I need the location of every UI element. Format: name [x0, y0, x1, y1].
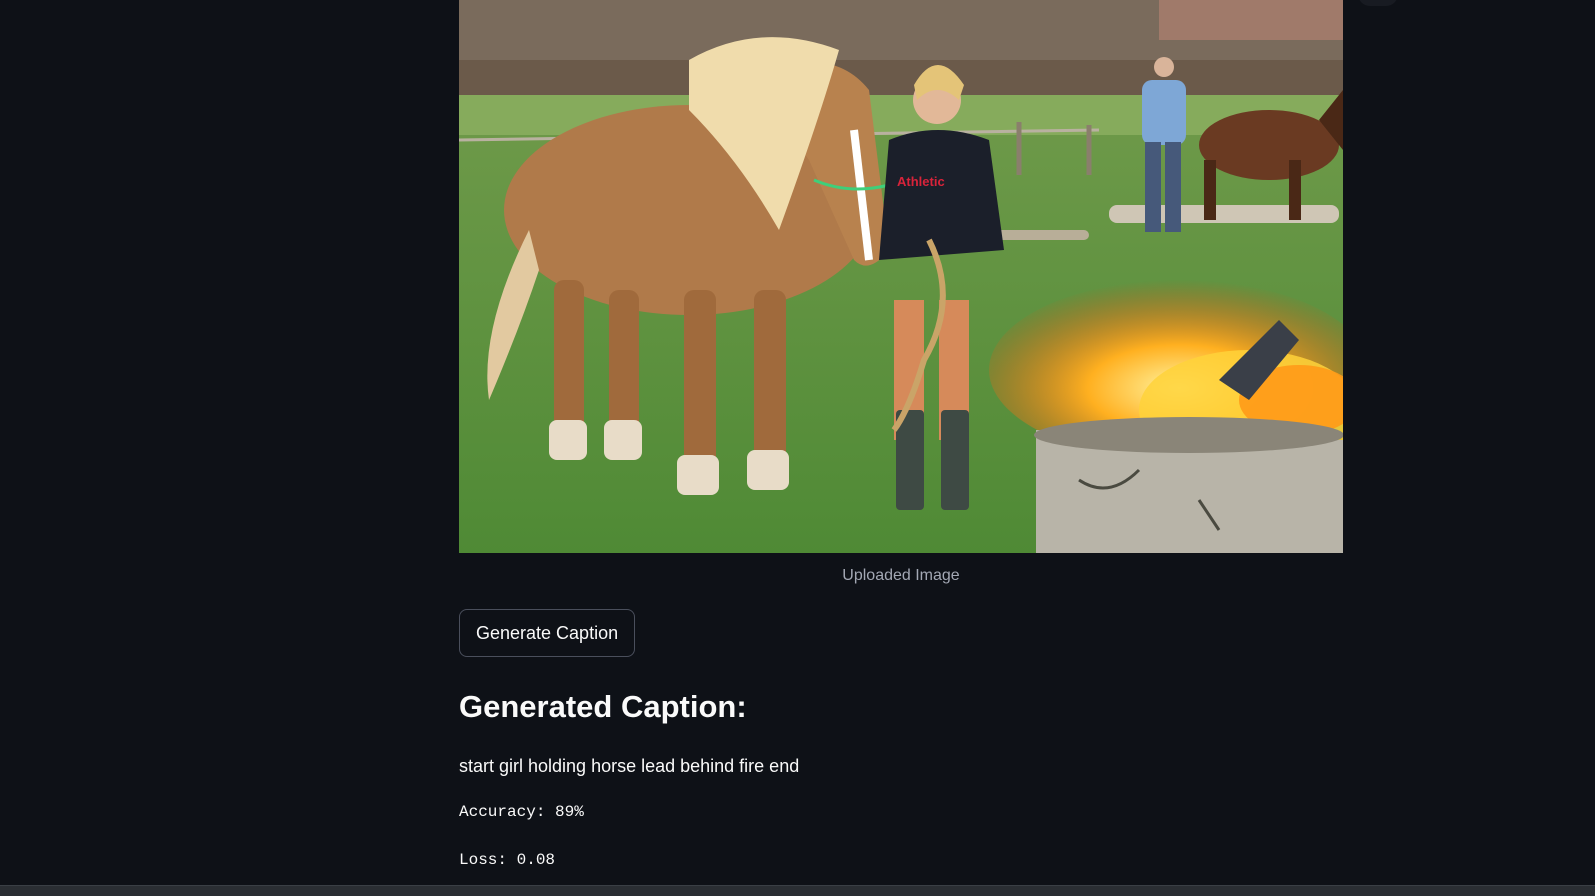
- bottom-status-bar: [0, 885, 1595, 896]
- uploaded-image-illustration: Athletic: [459, 0, 1343, 553]
- app-root: Athletic Uploaded Image Generate Caption…: [0, 0, 1595, 896]
- generated-caption-heading: Generated Caption:: [459, 689, 747, 724]
- loss-text: Loss: 0.08: [459, 851, 556, 869]
- image-caption: Uploaded Image: [842, 567, 960, 584]
- uploaded-image: Athletic: [459, 0, 1343, 553]
- sweater-text: Athletic: [897, 174, 945, 189]
- header-menu-button[interactable]: [1358, 0, 1398, 6]
- generate-caption-button[interactable]: Generate Caption: [459, 609, 636, 657]
- main-content: Athletic Uploaded Image Generate Caption…: [459, 0, 1343, 871]
- accuracy-text: Accuracy: 89%: [459, 803, 584, 821]
- generated-caption-text: start girl holding horse lead behind fir…: [459, 756, 800, 776]
